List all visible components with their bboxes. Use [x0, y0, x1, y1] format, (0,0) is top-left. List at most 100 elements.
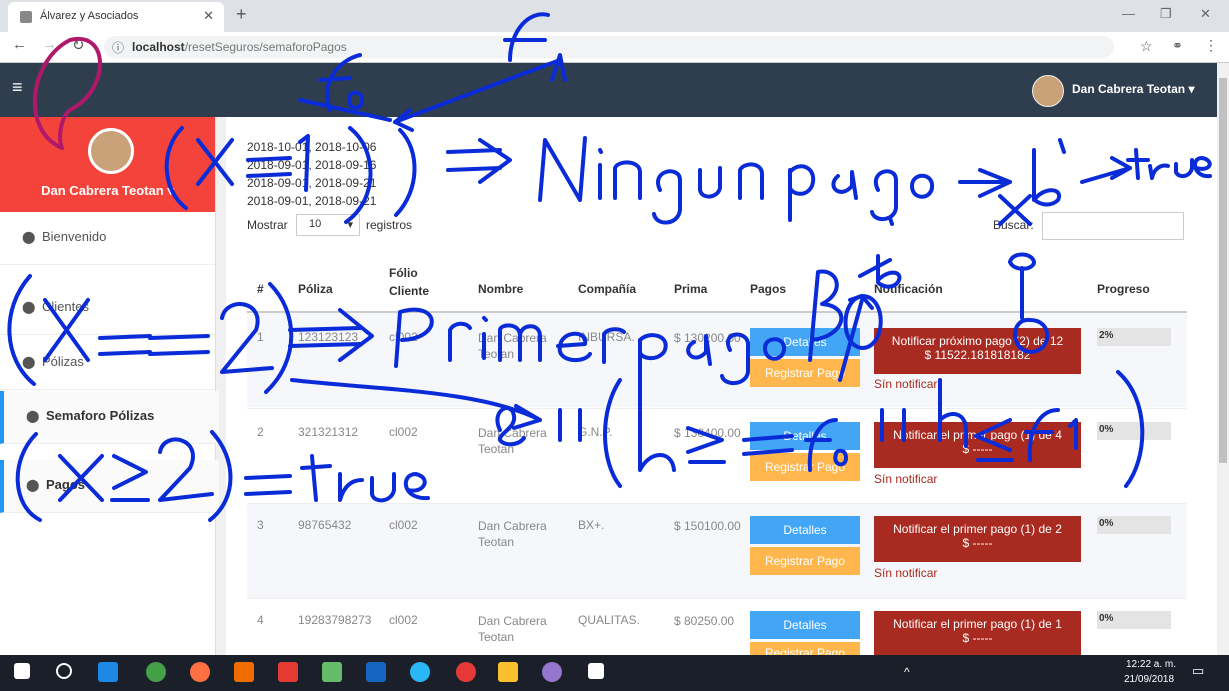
minimize-button[interactable]: — [1122, 6, 1135, 21]
column-header-notificacion[interactable]: Notificación [874, 282, 943, 296]
windows-taskbar [0, 655, 1229, 691]
avatar[interactable] [1032, 75, 1064, 107]
notify-line2: $ ----- [962, 442, 993, 456]
search-input[interactable] [1042, 212, 1184, 240]
details-button[interactable]: Detalles [750, 422, 860, 450]
register-payment-button[interactable]: Registrar Pago [750, 453, 860, 481]
tray-chevron-icon[interactable]: ^ [904, 665, 910, 679]
sidebar-item-bienvenido[interactable]: ⬤ Bienvenido [0, 212, 215, 265]
not-notified-link[interactable]: Sín notificar [874, 566, 937, 580]
register-payment-button[interactable]: Registrar Pago [750, 359, 860, 387]
app-icon[interactable] [542, 662, 562, 682]
location-pin-icon: ⬤ [26, 478, 40, 492]
not-notified-link[interactable]: Sín notificar [874, 377, 937, 391]
sidebar-item-clientes[interactable]: ⬤ Clientes [0, 282, 215, 335]
cell-folio: cl002 [389, 425, 418, 439]
progress-bar: 2% [1097, 328, 1171, 346]
column-header-progreso[interactable]: Progreso [1097, 282, 1150, 296]
edge-icon[interactable] [98, 662, 118, 682]
notifications-icon[interactable]: ▭ [1192, 663, 1204, 679]
location-pin-icon: ⬤ [26, 409, 40, 423]
date-range: 2018-10-01, 2018-10-06 [247, 140, 377, 154]
clock-time[interactable]: 12:22 a. m. [1126, 659, 1176, 670]
back-button[interactable]: ← [12, 36, 27, 53]
hamburger-icon[interactable]: ≡ [12, 77, 23, 98]
git-icon[interactable] [322, 662, 342, 682]
progress-bar: 0% [1097, 516, 1171, 534]
column-header-folio[interactable]: Fólio Cliente [389, 264, 429, 300]
chrome-icon[interactable] [146, 662, 166, 682]
sidebar-item-semaforo[interactable]: ⬤ Semaforo Pólizas [0, 391, 219, 444]
teamviewer-icon[interactable] [410, 662, 430, 682]
details-button[interactable]: Detalles [750, 516, 860, 544]
vscode-icon[interactable] [366, 662, 386, 682]
info-icon[interactable]: ⓘ [112, 39, 124, 56]
sidebar-item-pagos[interactable]: ⬤ Pagos [0, 460, 219, 513]
scrollbar-thumb[interactable] [1219, 78, 1227, 463]
search-icon[interactable] [56, 663, 72, 679]
notify-button[interactable]: Notificar próximo pago (2) de 12 $ 11522… [874, 328, 1081, 374]
date-range: 2018-09-01, 2018-09-16 [247, 158, 377, 172]
cell-compania: BX+. [578, 518, 605, 532]
cell-nombre: Dan Cabrera Teotan [478, 519, 547, 549]
url-field[interactable]: ⓘ localhost/resetSeguros/semaforoPagos [104, 36, 1114, 58]
page-length-select[interactable]: 10 ▾ [296, 214, 360, 236]
location-pin-icon: ⬤ [22, 300, 36, 314]
column-header-nombre[interactable]: Nombre [478, 282, 523, 296]
bookmark-star-icon[interactable]: ☆ [1140, 38, 1153, 55]
not-notified-link[interactable]: Sín notificar [874, 472, 937, 486]
cell-poliza: 321321312 [298, 425, 359, 439]
chevron-down-icon: ▾ [347, 219, 353, 231]
details-button[interactable]: Detalles [750, 328, 860, 356]
user-menu[interactable]: Dan Cabrera Teotan ▾ [1072, 82, 1195, 96]
windows-start-icon[interactable] [14, 663, 30, 679]
cell-prima: $ 130400.00 [674, 426, 741, 440]
sidebar-item-polizas[interactable]: ⬤ Pólizas [0, 337, 215, 390]
sublime-icon[interactable] [234, 662, 254, 682]
folder-icon[interactable] [498, 662, 518, 682]
notify-line2: $ ----- [962, 536, 993, 550]
reload-button[interactable]: ↻ [72, 36, 85, 54]
opera-icon[interactable] [456, 662, 476, 682]
close-tab-icon[interactable]: ✕ [203, 8, 214, 24]
close-window-button[interactable]: ✕ [1200, 6, 1211, 22]
date-range: 2018-09-01, 2018-09-21 [247, 194, 377, 208]
sidebar-item-label: Semaforo Pólizas [46, 408, 155, 423]
menu-icon[interactable]: ⋮ [1204, 37, 1218, 54]
codeblocks-icon[interactable] [278, 662, 298, 682]
incognito-icon[interactable]: ⚭ [1172, 38, 1183, 54]
clock-date[interactable]: 21/09/2018 [1124, 674, 1174, 685]
notify-button[interactable]: Notificar el primer pago (1) de 1 $ ----… [874, 611, 1081, 655]
location-pin-icon: ⬤ [22, 230, 36, 244]
column-header-pagos[interactable]: Pagos [750, 282, 786, 296]
cell-prima: $ 150100.00 [674, 519, 741, 533]
new-tab-button[interactable]: + [236, 4, 247, 25]
register-payment-button[interactable]: Registrar Pago [750, 547, 860, 575]
notify-line1: Notificar el primer pago (1) de 4 [893, 428, 1062, 442]
url-path: /resetSeguros/semaforoPagos [184, 40, 347, 54]
profile-name[interactable]: Dan Cabrera Teotan ▾ [0, 183, 215, 199]
sidebar-item-label: Pagos [46, 477, 86, 492]
cell-poliza: 123123123 [298, 330, 359, 344]
notes-icon[interactable] [588, 663, 604, 679]
cell-folio: cl002 [389, 330, 418, 344]
column-header-prima[interactable]: Prima [674, 282, 707, 296]
show-label: Mostrar [247, 218, 288, 232]
column-header-compania[interactable]: Compañía [578, 282, 636, 296]
sidebar-item-label: Clientes [42, 299, 89, 314]
browser-tab[interactable]: Álvarez y Asociados ✕ [8, 2, 224, 32]
search-label: Buscar: [993, 218, 1034, 232]
cell-num: 4 [257, 613, 264, 627]
details-button[interactable]: Detalles [750, 611, 860, 639]
column-header-poliza[interactable]: Póliza [298, 282, 333, 296]
notify-button[interactable]: Notificar el primer pago (1) de 4 $ ----… [874, 422, 1081, 468]
column-header-num[interactable]: # [257, 282, 264, 296]
cell-prima: $ 130200.00 [674, 331, 741, 345]
notify-button[interactable]: Notificar el primer pago (1) de 2 $ ----… [874, 516, 1081, 562]
register-payment-button[interactable]: Registrar Pago [750, 642, 860, 655]
restore-button[interactable]: ❐ [1160, 6, 1172, 22]
notify-line1: Notificar próximo pago (2) de 12 [891, 334, 1064, 348]
forward-button[interactable]: → [42, 36, 57, 53]
sidebar-item-label: Pólizas [42, 354, 84, 369]
firefox-icon[interactable] [190, 662, 210, 682]
